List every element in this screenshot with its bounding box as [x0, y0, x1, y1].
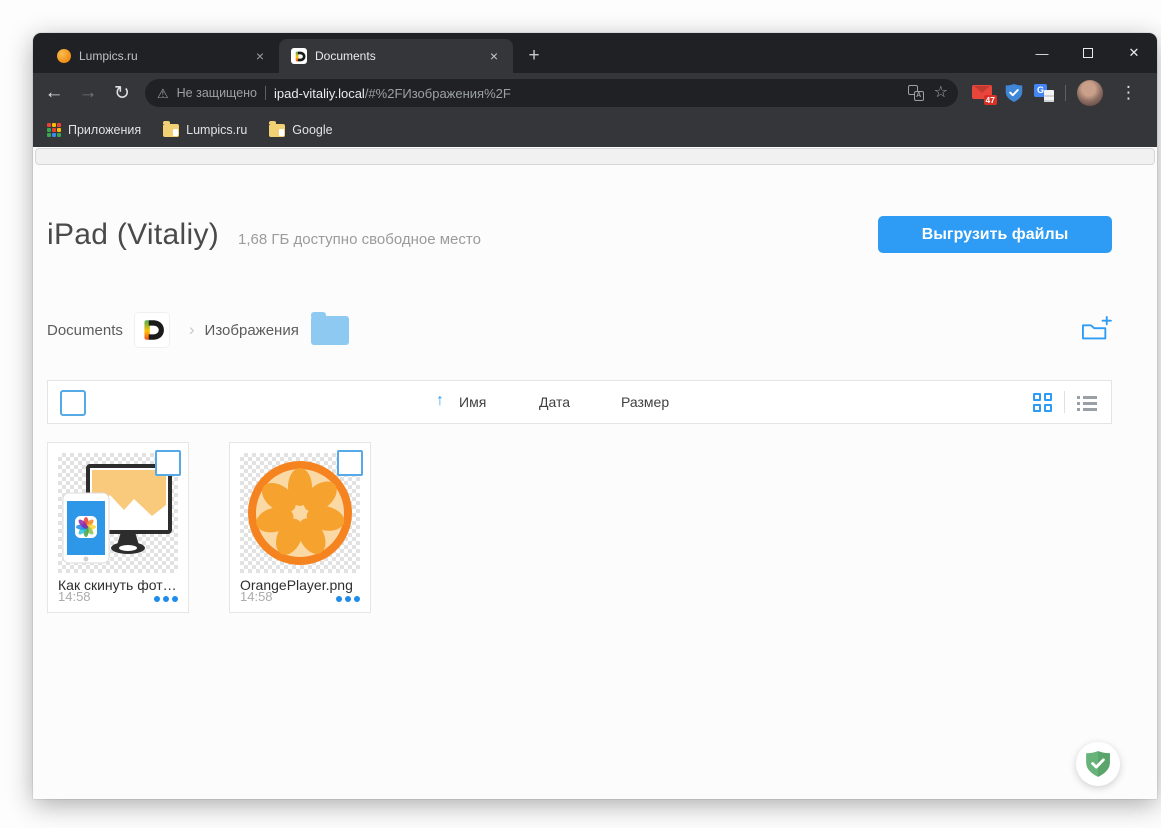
url-path: /#%2FИзображения%2F [364, 85, 511, 101]
folder-icon [163, 120, 180, 137]
forward-button[interactable]: → [73, 78, 103, 108]
extensions-area: 47 G ⋮ [968, 80, 1147, 106]
reload-button[interactable]: ↻ [107, 78, 137, 108]
file-menu-icon[interactable] [154, 596, 178, 602]
breadcrumb-current[interactable]: Изображения [205, 322, 299, 339]
list-view-icon[interactable] [1077, 394, 1097, 411]
file-checkbox[interactable] [155, 450, 181, 476]
tab-strip: Lumpics.ru × Documents × + [33, 33, 547, 73]
view-toggle-separator [1064, 391, 1065, 413]
tab-close-icon[interactable]: × [251, 47, 269, 65]
shield-extension-icon[interactable] [1005, 83, 1023, 103]
browser-toolbar: ← → ↻ ⚠ Не защищено ipad-vitaliy.local/#… [33, 73, 1157, 113]
browser-window: Lumpics.ru × Documents × + — ✕ ← → ↻ ⚠ Н… [33, 33, 1157, 799]
bookmark-label: Lumpics.ru [186, 123, 248, 137]
security-label[interactable]: Не защищено [177, 86, 257, 100]
tab-title: Documents [315, 49, 376, 63]
maximize-icon [1083, 48, 1093, 58]
file-time: 14:58 [58, 589, 91, 604]
sort-ascending-icon[interactable]: ↑ [436, 392, 444, 410]
column-date[interactable]: Дата [539, 394, 570, 410]
bookmark-label: Google [292, 123, 333, 137]
url-text[interactable]: ipad-vitaliy.local/#%2FИзображения%2F [274, 86, 900, 101]
lumpics-favicon-icon [57, 49, 71, 63]
url-separator [265, 86, 267, 100]
column-size[interactable]: Размер [621, 394, 669, 410]
tab-close-icon[interactable]: × [485, 47, 503, 65]
toolbar-separator [1065, 85, 1066, 101]
apps-grid-icon [47, 123, 61, 137]
bookmark-folder-google[interactable]: Google [269, 120, 333, 137]
free-space-label: 1,68 ГБ доступно свободное место [238, 231, 481, 248]
not-secure-warning-icon: ⚠ [157, 85, 169, 101]
folder-icon [269, 120, 286, 137]
titlebar: Lumpics.ru × Documents × + — ✕ [33, 33, 1157, 73]
address-bar[interactable]: ⚠ Не защищено ipad-vitaliy.local/#%2FИзо… [145, 79, 958, 107]
minimize-button[interactable]: — [1019, 33, 1065, 73]
page-top-strip [35, 148, 1155, 165]
file-grid: Как скинуть фот… 14:58 OrangePlayer.png … [47, 442, 1112, 613]
translate-page-icon[interactable]: A [907, 85, 924, 101]
breadcrumb: Documents › Изображения [47, 311, 1112, 347]
close-button[interactable]: ✕ [1111, 33, 1157, 73]
file-card[interactable]: Как скинуть фот… 14:58 [47, 442, 189, 613]
tab-documents[interactable]: Documents × [279, 39, 513, 73]
mail-extension-icon[interactable]: 47 [972, 84, 997, 105]
upload-files-button[interactable]: Выгрузить файлы [878, 216, 1112, 253]
documents-app-icon[interactable] [134, 313, 169, 347]
google-translate-extension-icon[interactable]: G [1034, 84, 1054, 102]
url-host: ipad-vitaliy.local [274, 85, 365, 101]
bookmark-label: Приложения [68, 123, 142, 137]
mail-badge: 47 [983, 94, 997, 105]
file-time: 14:58 [240, 589, 273, 604]
file-menu-icon[interactable] [336, 596, 360, 602]
new-tab-button[interactable]: + [521, 45, 547, 67]
tab-lumpics[interactable]: Lumpics.ru × [45, 39, 279, 73]
grid-view-icon[interactable] [1033, 392, 1052, 412]
window-controls: — ✕ [1019, 33, 1157, 73]
page-title: iPad (Vitaliy) [47, 217, 220, 251]
chevron-right-icon: › [188, 320, 195, 339]
green-shield-icon [1086, 751, 1110, 777]
bookmark-folder-lumpics[interactable]: Lumpics.ru [163, 120, 248, 137]
new-folder-button[interactable] [1080, 316, 1112, 344]
file-list-header: ↑ Имя Дата Размер [47, 380, 1112, 424]
back-button[interactable]: ← [39, 78, 69, 108]
page-content: iPad (Vitaliy) 1,68 ГБ доступно свободно… [33, 147, 1157, 799]
breadcrumb-root[interactable]: Documents [47, 322, 123, 339]
bookmark-star-icon[interactable]: ☆ [934, 85, 948, 101]
bookmarks-bar: Приложения Lumpics.ru Google [33, 113, 1157, 147]
blue-folder-icon [310, 311, 349, 345]
file-card[interactable]: OrangePlayer.png 14:58 [229, 442, 371, 613]
documents-favicon-icon [291, 48, 307, 64]
bookmark-apps[interactable]: Приложения [47, 123, 141, 137]
tab-title: Lumpics.ru [79, 49, 138, 63]
profile-avatar[interactable] [1077, 80, 1103, 106]
adguard-assistant-button[interactable] [1076, 742, 1120, 786]
maximize-button[interactable] [1065, 33, 1111, 73]
column-name[interactable]: Имя [459, 394, 486, 410]
chrome-menu-icon[interactable]: ⋮ [1114, 83, 1143, 103]
select-all-checkbox[interactable] [60, 390, 86, 416]
file-checkbox[interactable] [337, 450, 363, 476]
